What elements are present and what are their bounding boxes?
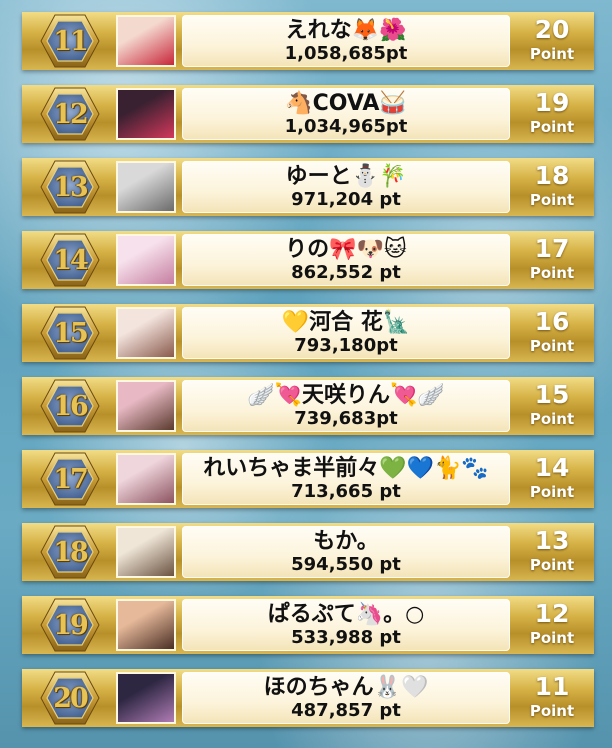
points-award: 17 Point [512,232,592,288]
rank-number: 14 [53,244,89,276]
contestant-score: 713,665 pt [291,481,401,502]
points-label: Point [529,191,575,209]
points-value: 16 [534,307,570,336]
points-label: Point [529,483,575,501]
points-label: Point [529,629,575,647]
rank-number: 12 [53,98,89,130]
points-value: 17 [534,234,570,263]
points-award: 15 Point [512,378,592,434]
points-award: 19 Point [512,86,592,142]
points-label: Point [529,45,575,63]
contestant-name: ほのちゃん🐰🤍 [263,675,429,700]
points-label: Point [529,702,575,720]
contestant-name: 💛河合 花🗽 [281,310,411,335]
points-value: 19 [534,88,570,117]
points-label: Point [529,337,575,355]
contestant-name: ゆーと⛄🎋 [285,164,407,189]
points-award: 11 Point [512,670,592,726]
contestant-name: 🪽💘天咲りん💘🪽 [247,383,445,408]
contestant-score: 793,180pt [294,335,398,356]
rank-number: 13 [53,171,89,203]
contestant-name: えれな🦊🌺 [285,18,407,43]
contestant-score: 971,204 pt [291,189,401,210]
points-value: 11 [534,672,570,701]
points-value: 15 [534,380,570,409]
points-value: 13 [534,526,570,555]
ranking-row: 20 ほのちゃん🐰🤍 487,857 pt 11 Point [0,666,612,730]
contestant-name: もか。 [313,529,379,554]
name-panel: 🪽💘天咲りん💘🪽 739,683pt [182,380,510,432]
avatar [116,307,176,359]
name-panel: ゆーと⛄🎋 971,204 pt [182,161,510,213]
contestant-score: 739,683pt [294,408,398,429]
points-value: 12 [534,599,570,628]
ranking-row: 18 もか。 594,550 pt 13 Point [0,520,612,584]
points-value: 14 [534,453,570,482]
contestant-score: 1,058,685pt [284,43,408,64]
points-label: Point [529,410,575,428]
points-award: 13 Point [512,524,592,580]
name-panel: もか。 594,550 pt [182,526,510,578]
name-panel: えれな🦊🌺 1,058,685pt [182,15,510,67]
name-panel: 💛河合 花🗽 793,180pt [182,307,510,359]
points-award: 14 Point [512,451,592,507]
avatar [116,599,176,651]
rank-number: 20 [53,682,89,714]
ranking-row: 14 りの🎀🐶🐱 862,552 pt 17 Point [0,228,612,292]
name-panel: ほのちゃん🐰🤍 487,857 pt [182,672,510,724]
name-panel: 🐴COVA🥁 1,034,965pt [182,88,510,140]
name-panel: りの🎀🐶🐱 862,552 pt [182,234,510,286]
contestant-score: 487,857 pt [291,700,401,721]
avatar [116,15,176,67]
contestant-score: 1,034,965pt [284,116,408,137]
rank-number: 15 [53,317,89,349]
contestant-score: 862,552 pt [291,262,401,283]
avatar [116,234,176,286]
ranking-row: 17 れいちゃま半前々💚💙🐈🐾 713,665 pt 14 Point [0,447,612,511]
points-label: Point [529,264,575,282]
avatar [116,672,176,724]
rank-number: 17 [53,463,89,495]
points-award: 16 Point [512,305,592,361]
contestant-name: 🐴COVA🥁 [285,91,407,116]
points-award: 20 Point [512,13,592,69]
ranking-row: 15 💛河合 花🗽 793,180pt 16 Point [0,301,612,365]
rank-number: 19 [53,609,89,641]
points-award: 12 Point [512,597,592,653]
avatar [116,161,176,213]
ranking-row: 12 🐴COVA🥁 1,034,965pt 19 Point [0,82,612,146]
name-panel: ぱるぷて🦄。○ 533,988 pt [182,599,510,651]
contestant-name: りの🎀🐶🐱 [285,237,407,262]
points-value: 18 [534,161,570,190]
rank-number: 11 [53,25,89,57]
avatar [116,453,176,505]
points-label: Point [529,118,575,136]
contestant-name: ぱるぷて🦄。○ [267,602,425,627]
avatar [116,380,176,432]
points-award: 18 Point [512,159,592,215]
ranking-row: 13 ゆーと⛄🎋 971,204 pt 18 Point [0,155,612,219]
rank-number: 18 [53,536,89,568]
ranking-row: 19 ぱるぷて🦄。○ 533,988 pt 12 Point [0,593,612,657]
ranking-row: 11 えれな🦊🌺 1,058,685pt 20 Point [0,9,612,73]
ranking-row: 16 🪽💘天咲りん💘🪽 739,683pt 15 Point [0,374,612,438]
points-value: 20 [534,15,570,44]
contestant-score: 594,550 pt [291,554,401,575]
name-panel: れいちゃま半前々💚💙🐈🐾 713,665 pt [182,453,510,505]
rank-number: 16 [53,390,89,422]
avatar [116,88,176,140]
contestant-name: れいちゃま半前々💚💙🐈🐾 [203,456,489,481]
avatar [116,526,176,578]
points-label: Point [529,556,575,574]
contestant-score: 533,988 pt [291,627,401,648]
